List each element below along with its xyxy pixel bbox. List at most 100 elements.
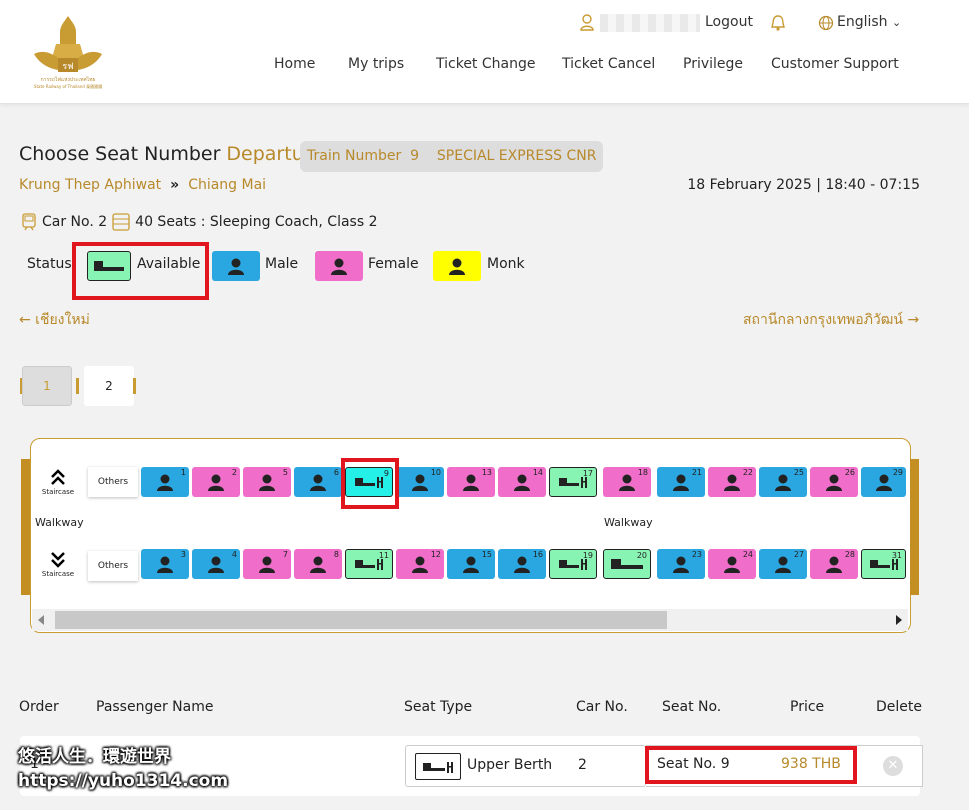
status-label: Status — [27, 256, 72, 272]
scroll-thumb[interactable] — [55, 611, 667, 629]
chevron-down-icon: ⌄ — [892, 16, 902, 29]
nav-customer-support[interactable]: Customer Support — [771, 56, 899, 72]
direction-left-link[interactable]: ← เชียงใหม่ — [19, 309, 90, 331]
seat-number-label: 28 — [844, 550, 855, 559]
person-icon — [463, 474, 479, 491]
person-icon — [259, 556, 275, 573]
header-order: Order — [19, 699, 59, 715]
nav-home[interactable]: Home — [274, 56, 315, 72]
svg-text:การรถไฟแห่งประเทศไทย: การรถไฟแห่งประเทศไทย — [41, 76, 96, 83]
seat-number-label: 25 — [793, 468, 804, 477]
header-delete: Delete — [876, 699, 922, 715]
seat-17[interactable]: 17 — [549, 467, 597, 497]
watermark-line1: 悠活人生．環遊世界 — [18, 747, 171, 767]
seat-number-label: 4 — [231, 550, 237, 559]
svg-text:State Railway of Thailand 泰國國鐵: State Railway of Thailand 泰國國鐵 — [34, 83, 102, 89]
logout-link[interactable]: Logout — [705, 14, 753, 30]
header-passenger: Passenger Name — [96, 699, 214, 715]
upper-berth-icon — [415, 753, 461, 780]
seat-11[interactable]: 11 — [345, 549, 393, 579]
person-female-icon — [331, 258, 347, 275]
train-car-icon — [22, 213, 36, 231]
bell-icon[interactable] — [770, 14, 786, 32]
seat-number-label: 1 — [180, 468, 186, 477]
person-icon — [208, 556, 224, 573]
seat-12: 12 — [396, 549, 444, 579]
person-icon — [673, 556, 689, 573]
person-icon — [775, 556, 791, 573]
page-divider — [133, 378, 136, 394]
person-icon — [208, 474, 224, 491]
seat-number-label: 14 — [532, 468, 543, 477]
train-badge: Train Number 9 SPECIAL EXPRESS CNR — [300, 141, 604, 172]
person-icon — [463, 556, 479, 573]
seat-5: 5 — [243, 467, 291, 497]
seat-number-label: 23 — [691, 550, 702, 559]
person-icon — [157, 474, 173, 491]
highlight-box-seat-price — [645, 746, 857, 784]
srt-logo[interactable]: รฟ การรถไฟแห่งประเทศไทย State Railway of… — [30, 14, 106, 92]
walkway-label: Walkway — [604, 516, 653, 529]
seat-number-label: 7 — [282, 550, 288, 559]
header-seat-type: Seat Type — [404, 699, 473, 715]
scroll-left-arrow[interactable] — [38, 615, 44, 625]
nav-ticket-cancel[interactable]: Ticket Cancel — [562, 56, 655, 72]
person-icon — [673, 474, 689, 491]
language-selector[interactable]: English ⌄ — [837, 14, 901, 30]
delete-icon[interactable]: ✕ — [883, 756, 903, 776]
legend-male-label: Male — [265, 256, 299, 272]
car-end-right — [910, 459, 919, 595]
person-icon — [310, 556, 326, 573]
nav-ticket-change[interactable]: Ticket Change — [436, 56, 535, 72]
nav-privilege[interactable]: Privilege — [683, 56, 743, 72]
seat-number-label: 26 — [844, 468, 855, 477]
car-info: Car No. 2 40 Seats : Sleeping Coach, Cla… — [21, 213, 378, 231]
legend-monk-label: Monk — [487, 256, 525, 272]
person-icon — [412, 474, 428, 491]
username-redacted — [600, 14, 700, 32]
staircase-label: Staircase — [41, 570, 75, 578]
seat-25: 25 — [759, 467, 807, 497]
header-seat-no: Seat No. — [662, 699, 722, 715]
title-text: Choose Seat Number — [19, 143, 221, 165]
seat-number-label: 15 — [481, 550, 492, 559]
seat-number-label: 5 — [282, 468, 288, 477]
others-button-lower[interactable]: Others — [88, 551, 138, 581]
person-icon — [514, 556, 530, 573]
route-line: Krung Thep Aphiwat » Chiang Mai — [19, 177, 266, 193]
scroll-right-arrow[interactable] — [896, 615, 902, 625]
seat-number-label: 3 — [180, 550, 186, 559]
others-button-upper[interactable]: Others — [88, 467, 138, 497]
seat-20[interactable]: 20 — [603, 549, 651, 579]
person-icon — [875, 474, 892, 491]
seat-number-label: 22 — [742, 468, 753, 477]
watermark-line2: https://yuho1314.com — [18, 771, 229, 791]
seat-24: 24 — [708, 549, 756, 579]
seat-number-label: 19 — [582, 551, 593, 560]
seat-31[interactable]: 31 — [861, 549, 906, 579]
seat-number-label: 24 — [742, 550, 753, 559]
car-page-1[interactable]: 1 — [22, 366, 72, 406]
seat-number-label: 10 — [430, 468, 441, 477]
person-icon — [514, 474, 530, 491]
nav-my-trips[interactable]: My trips — [348, 56, 404, 72]
horizontal-scrollbar[interactable] — [32, 609, 908, 631]
seat-28: 28 — [810, 549, 858, 579]
page-title: Choose Seat Number Departure — [19, 143, 323, 165]
seat-number-label: 20 — [636, 551, 647, 560]
car-value: 2 — [578, 757, 587, 773]
staircase-down: Staircase — [38, 550, 78, 578]
seat-19[interactable]: 19 — [549, 549, 597, 579]
direction-right-link[interactable]: สถานีกลางกรุงเทพอภิวัฒน์ → — [743, 309, 919, 331]
car-end-left — [21, 459, 30, 595]
legend-female-swatch — [315, 251, 363, 281]
seat-14: 14 — [498, 467, 546, 497]
seat-type-value: Upper Berth — [467, 757, 553, 773]
legend-male-swatch — [212, 251, 260, 281]
seat-3: 3 — [141, 549, 189, 579]
legend-female-label: Female — [368, 256, 419, 272]
page-divider — [76, 378, 79, 394]
seat-7: 7 — [243, 549, 291, 579]
car-page-2[interactable]: 2 — [84, 366, 134, 406]
seat-6: 6 — [294, 467, 342, 497]
